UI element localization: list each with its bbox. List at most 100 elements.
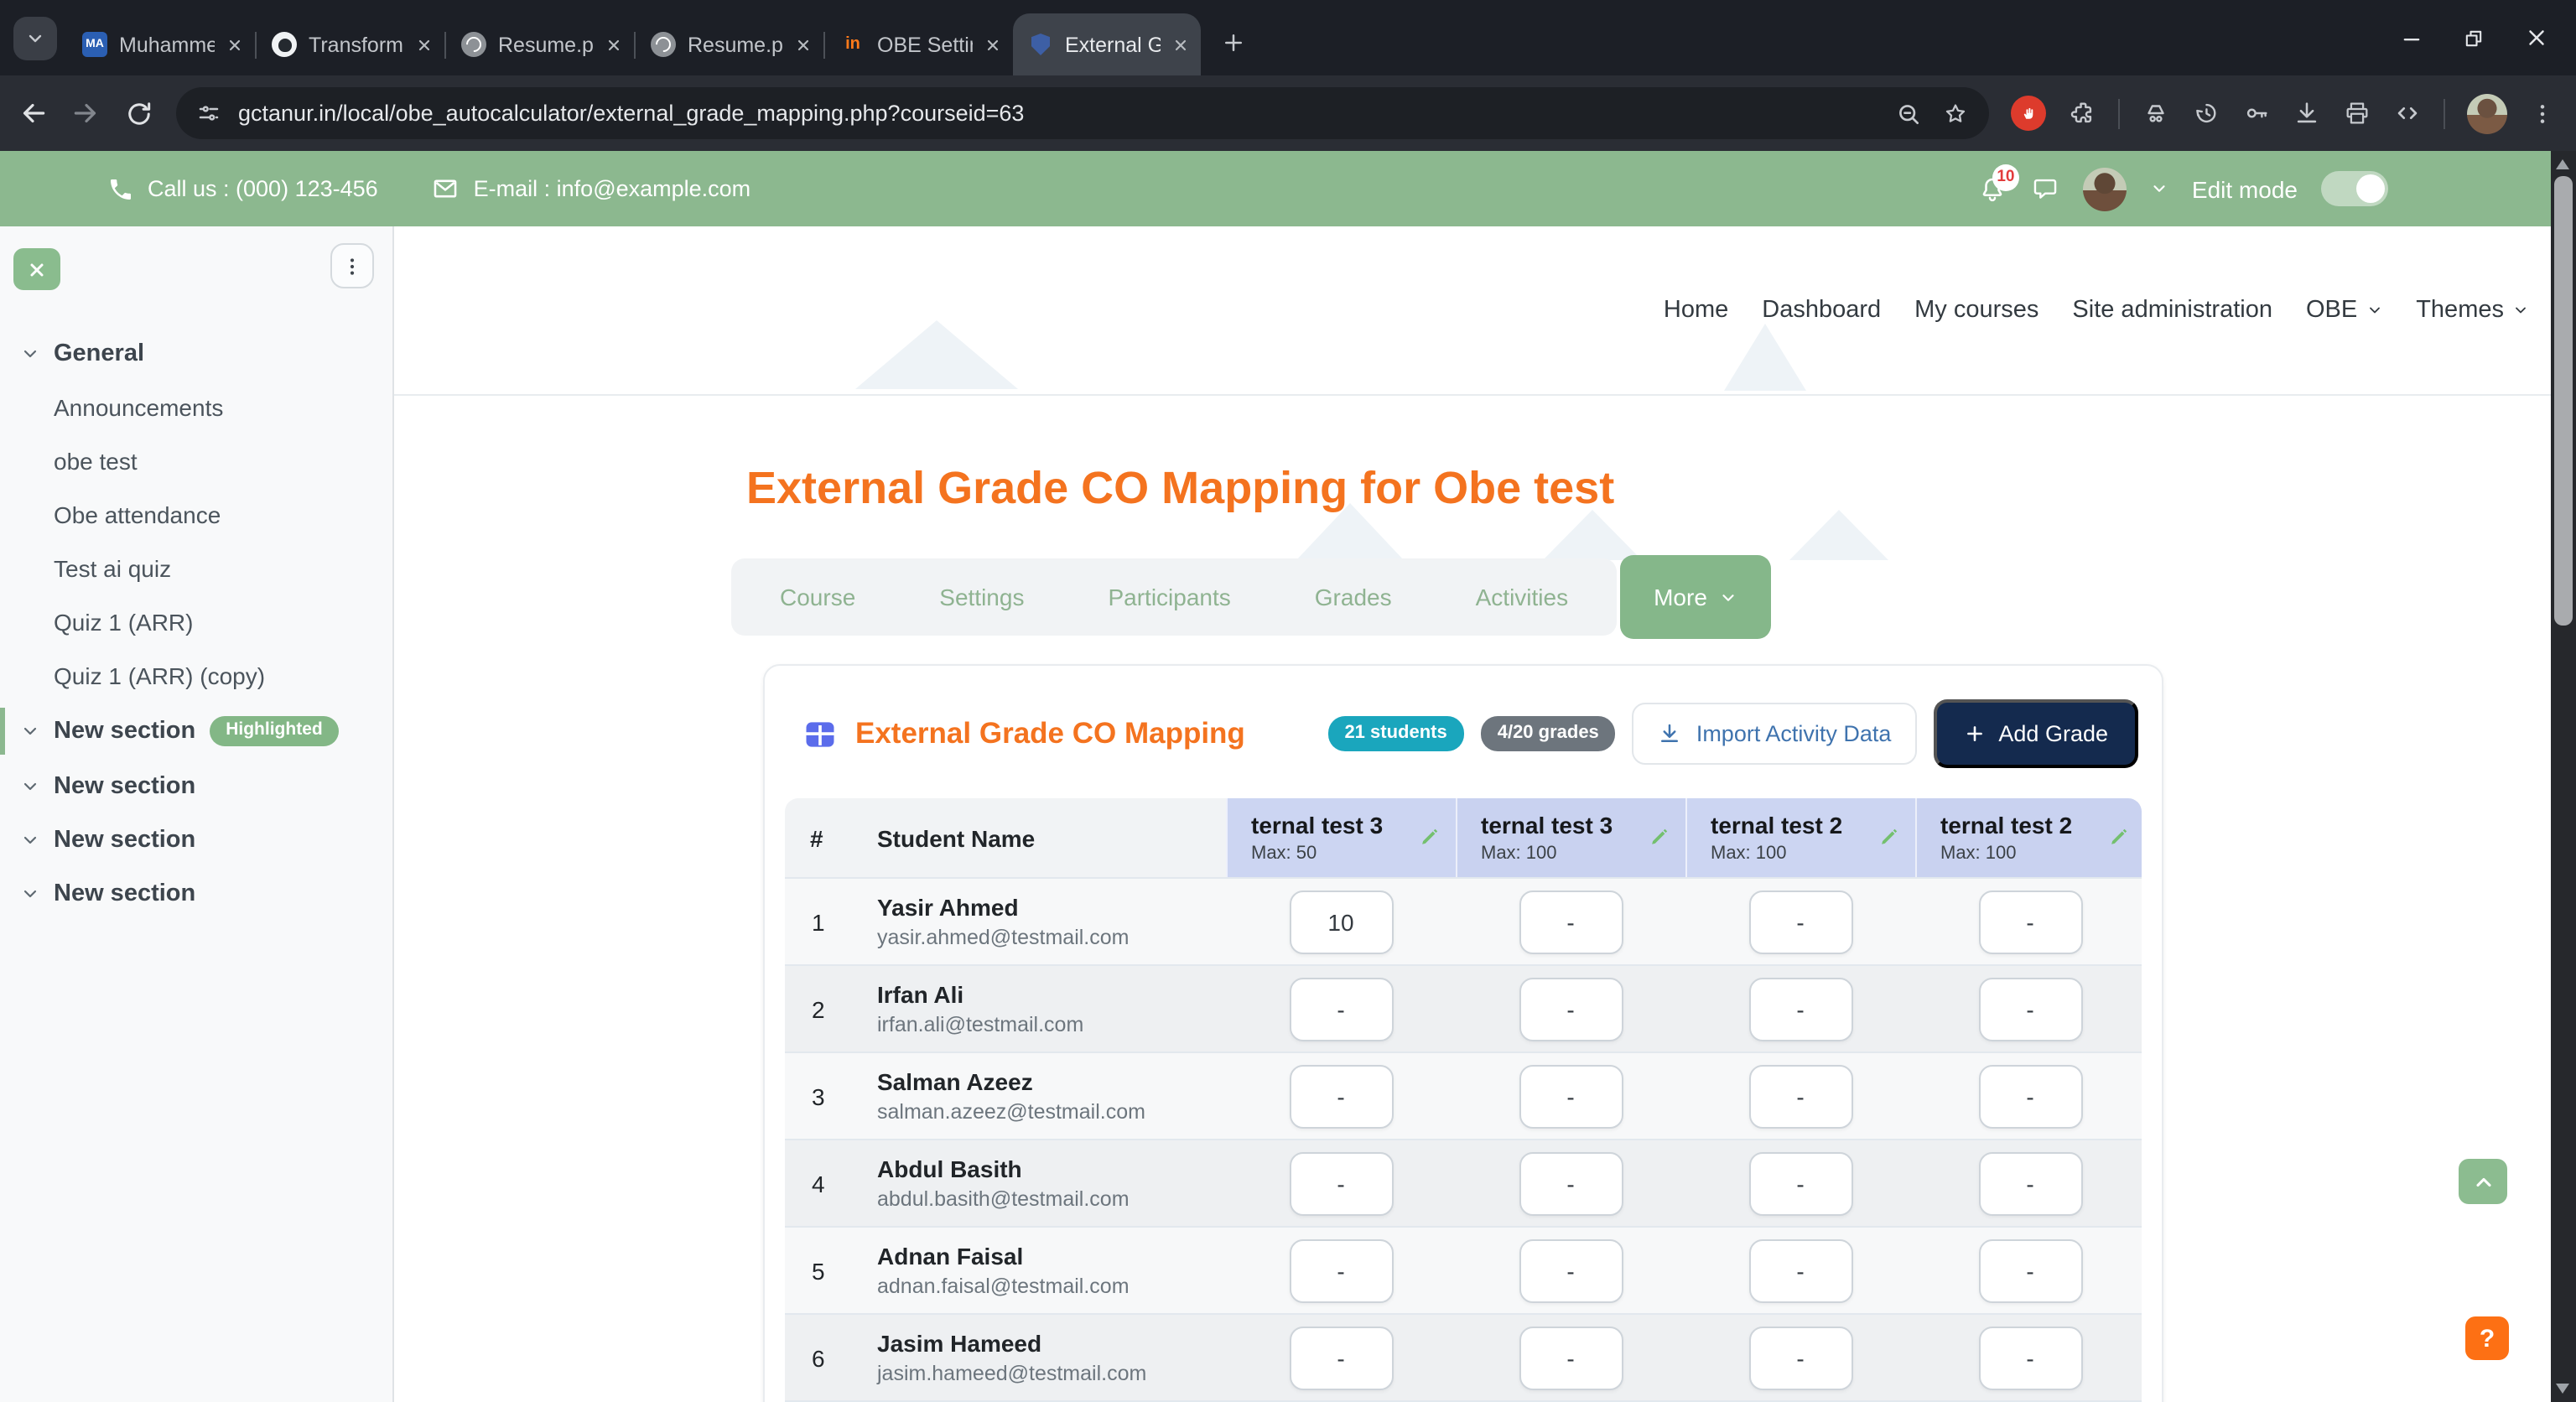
page-scrollbar[interactable]: [2551, 151, 2576, 1402]
extensions-icon[interactable]: [2068, 99, 2096, 127]
grade-input[interactable]: [1978, 977, 2082, 1041]
add-grade-button[interactable]: Add Grade: [1933, 699, 2138, 768]
import-activity-data-button[interactable]: Import Activity Data: [1633, 703, 1917, 765]
restore-icon[interactable]: [2462, 26, 2485, 49]
edit-grade-column-icon[interactable]: [1878, 825, 1900, 847]
browser-tab[interactable]: Muhammed Aflah - Re: [67, 13, 255, 75]
sidebar-item[interactable]: Quiz 1 (ARR) (copy): [0, 649, 392, 703]
tab-activities[interactable]: Activities: [1434, 584, 1610, 610]
grade-input[interactable]: [1748, 977, 1852, 1041]
browser-tab[interactable]: Resume.pdf: [446, 13, 634, 75]
new-tab-button[interactable]: [1211, 20, 1254, 64]
tab-close-icon[interactable]: [226, 36, 243, 53]
sidebar-item[interactable]: Quiz 1 (ARR): [0, 595, 392, 649]
grade-input[interactable]: [1519, 1238, 1623, 1302]
reload-icon[interactable]: [124, 98, 154, 128]
chevron-down-icon[interactable]: [20, 883, 40, 903]
user-menu-chevron-icon[interactable]: [2150, 179, 2168, 198]
scrollbar-up-arrow[interactable]: [2556, 159, 2569, 169]
url-text[interactable]: gctanur.in/local/obe_autocalculator/exte…: [238, 101, 1878, 126]
drawer-menu-button[interactable]: [330, 243, 374, 288]
tab-search-button[interactable]: [13, 17, 57, 60]
tab-more[interactable]: More: [1620, 555, 1771, 639]
grade-input[interactable]: [1748, 1064, 1852, 1128]
back-icon[interactable]: [17, 97, 49, 129]
back-to-top-button[interactable]: [2459, 1159, 2507, 1204]
notifications-bell-icon[interactable]: 10: [1977, 174, 2007, 204]
chevron-down-icon[interactable]: [20, 829, 40, 849]
sidebar-section[interactable]: New section: [0, 866, 392, 920]
grade-input[interactable]: [1519, 1064, 1623, 1128]
adblock-icon[interactable]: [2011, 96, 2046, 131]
grade-input[interactable]: [1978, 890, 2082, 953]
grade-input[interactable]: [1519, 1151, 1623, 1215]
tab-close-icon[interactable]: [795, 36, 812, 53]
printer-icon[interactable]: [2343, 99, 2371, 127]
tab-close-icon[interactable]: [416, 36, 433, 53]
close-drawer-button[interactable]: [13, 248, 60, 290]
browser-menu-icon[interactable]: [2529, 100, 2556, 127]
edit-mode-toggle[interactable]: [2321, 171, 2388, 206]
grade-input[interactable]: [1289, 1326, 1393, 1389]
scrollbar-thumb[interactable]: [2554, 176, 2573, 626]
bookmark-star-icon[interactable]: [1942, 100, 1969, 127]
sitemap-icon[interactable]: [2142, 99, 2170, 127]
grade-input[interactable]: [1289, 977, 1393, 1041]
grade-input[interactable]: [1289, 1238, 1393, 1302]
tab-settings[interactable]: Settings: [897, 584, 1066, 610]
chevron-down-icon[interactable]: [20, 721, 40, 741]
sidebar-section[interactable]: New section: [0, 759, 392, 813]
download-icon[interactable]: [2293, 99, 2321, 127]
nav-link-my-courses[interactable]: My courses: [1914, 297, 2038, 324]
sidebar-item[interactable]: Announcements: [0, 381, 392, 434]
grade-input[interactable]: [1978, 1064, 2082, 1128]
edit-grade-column-icon[interactable]: [1419, 825, 1441, 847]
sidebar-section[interactable]: New section: [0, 813, 392, 866]
tab-close-icon[interactable]: [1172, 36, 1189, 53]
edit-grade-column-icon[interactable]: [1649, 825, 1670, 847]
browser-tab[interactable]: OBE Settings for BCA: [825, 13, 1013, 75]
chevron-down-icon[interactable]: [20, 776, 40, 796]
profile-avatar[interactable]: [2467, 93, 2507, 133]
grade-input[interactable]: [1289, 1064, 1393, 1128]
sidebar-item[interactable]: Test ai quiz: [0, 542, 392, 595]
minimize-icon[interactable]: [2400, 26, 2423, 49]
zoom-out-icon[interactable]: [1895, 100, 1922, 127]
sidebar-item[interactable]: obe test: [0, 434, 392, 488]
user-avatar[interactable]: [2083, 167, 2127, 210]
key-icon[interactable]: [2242, 99, 2271, 127]
nav-dropdown-themes[interactable]: Themes: [2416, 297, 2529, 324]
grade-input[interactable]: [1748, 1238, 1852, 1302]
grade-input[interactable]: [1978, 1326, 2082, 1389]
tab-close-icon[interactable]: [984, 36, 1001, 53]
grade-input[interactable]: [1978, 1151, 2082, 1215]
close-window-icon[interactable]: [2524, 25, 2549, 50]
tab-close-icon[interactable]: [605, 36, 622, 53]
browser-tab[interactable]: Resume.pdf: [636, 13, 823, 75]
grade-input[interactable]: [1289, 890, 1393, 953]
nav-link-site-administration[interactable]: Site administration: [2072, 297, 2272, 324]
browser-tab[interactable]: Transform README in: [257, 13, 444, 75]
sidebar-section[interactable]: General: [0, 327, 392, 381]
tab-participants[interactable]: Participants: [1066, 584, 1272, 610]
nav-link-home[interactable]: Home: [1664, 297, 1728, 324]
chevron-down-icon[interactable]: [20, 344, 40, 364]
grade-input[interactable]: [1748, 890, 1852, 953]
grade-input[interactable]: [1289, 1151, 1393, 1215]
grade-input[interactable]: [1519, 1326, 1623, 1389]
browser-tab[interactable]: External Grade CO Ma: [1013, 13, 1201, 75]
grade-input[interactable]: [1519, 977, 1623, 1041]
code-icon[interactable]: [2393, 99, 2422, 127]
scrollbar-down-arrow[interactable]: [2556, 1384, 2569, 1394]
address-bar[interactable]: gctanur.in/local/obe_autocalculator/exte…: [176, 87, 1989, 139]
nav-dropdown-obe[interactable]: OBE: [2306, 297, 2382, 324]
forward-icon[interactable]: [70, 97, 102, 129]
grade-input[interactable]: [1519, 890, 1623, 953]
grade-input[interactable]: [1748, 1326, 1852, 1389]
tab-course[interactable]: Course: [738, 584, 897, 610]
sidebar-item[interactable]: Obe attendance: [0, 488, 392, 542]
sidebar-section[interactable]: New sectionHighlighted: [0, 703, 392, 759]
site-settings-icon[interactable]: [196, 101, 221, 126]
messages-icon[interactable]: [2031, 174, 2059, 203]
tab-grades[interactable]: Grades: [1273, 584, 1434, 610]
